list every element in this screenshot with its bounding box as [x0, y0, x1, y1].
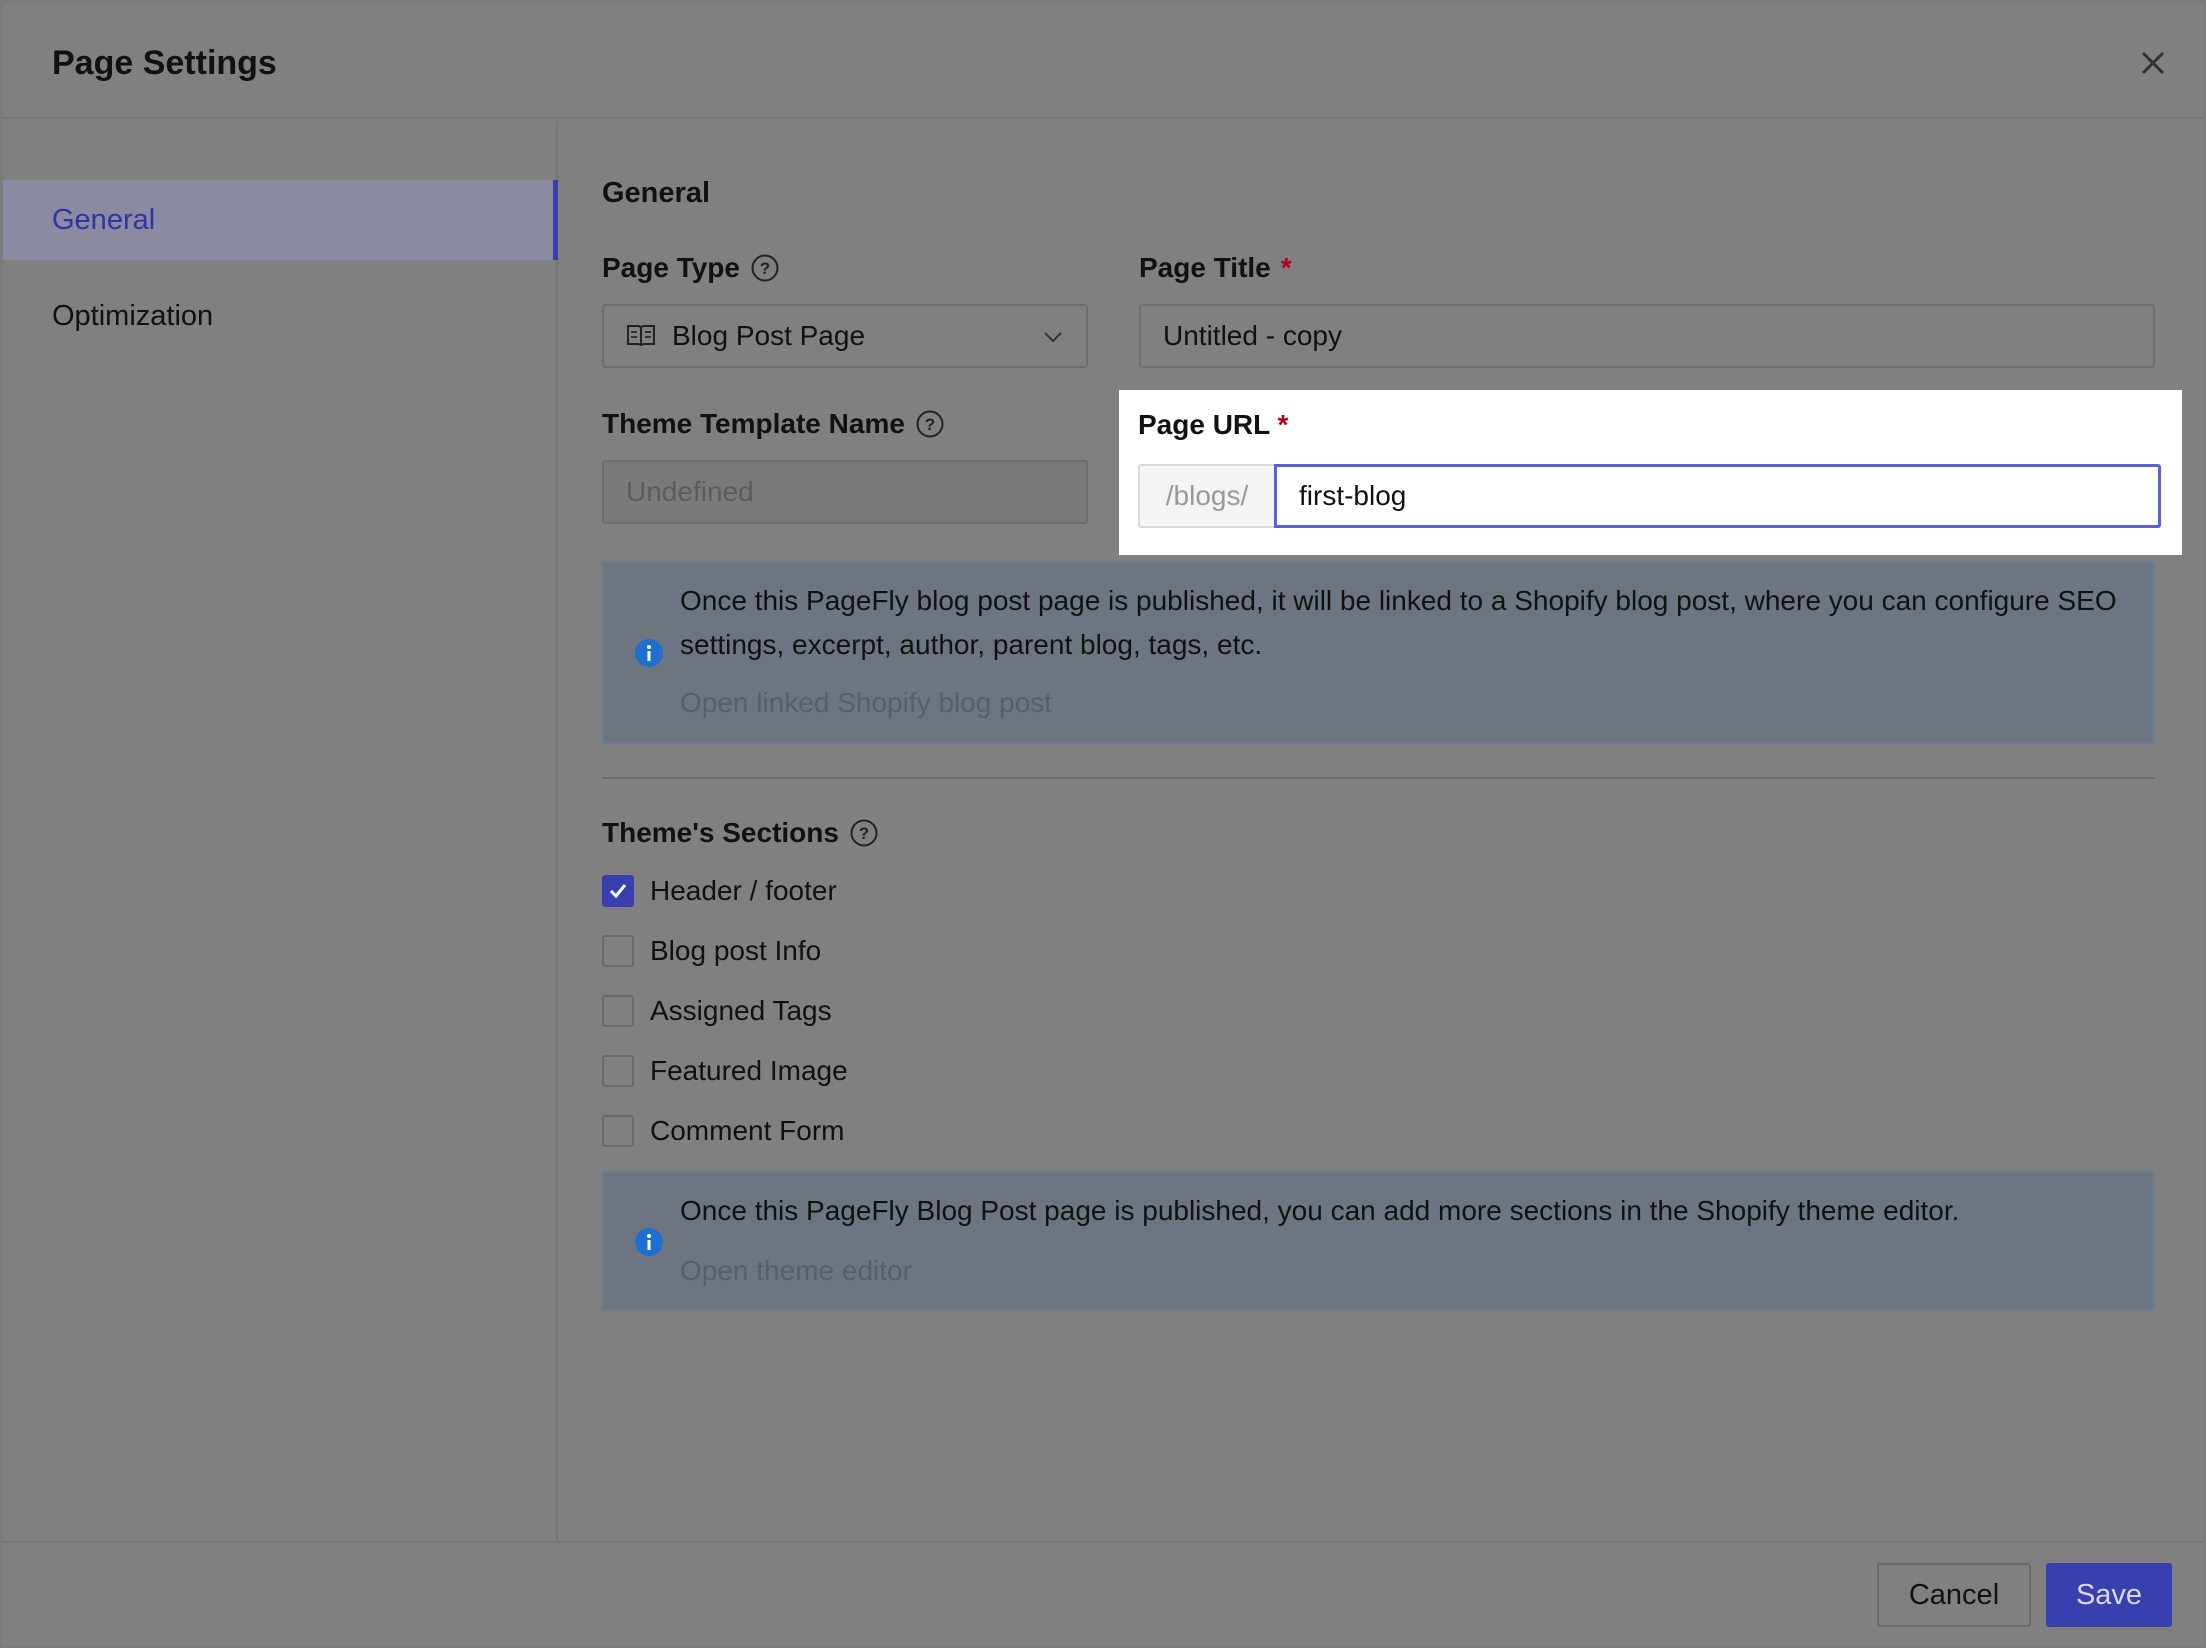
- svg-text:?: ?: [760, 259, 770, 278]
- svg-text:?: ?: [859, 824, 869, 843]
- page-url-prefix: /blogs/: [1138, 464, 1274, 528]
- modal-header: Page Settings: [3, 5, 2204, 119]
- page-url-field-group: Page URL * /blogs/ first-blog: [1119, 390, 2182, 555]
- help-icon[interactable]: ?: [915, 409, 945, 439]
- checkbox[interactable]: [602, 1055, 634, 1087]
- page-type-label: Page Type ?: [602, 252, 780, 284]
- settings-sidebar: General Optimization: [3, 121, 558, 1541]
- cancel-button[interactable]: Cancel: [1877, 1563, 2031, 1627]
- checkbox[interactable]: [602, 935, 634, 967]
- checkbox-label: Header / footer: [650, 875, 837, 906]
- theme-template-label: Theme Template Name ?: [602, 408, 945, 440]
- required-mark: *: [1277, 409, 1289, 440]
- chevron-down-icon: [1044, 332, 1062, 343]
- checkbox-comment-form[interactable]: Comment Form: [602, 1115, 844, 1147]
- page-type-label-text: Page Type: [602, 252, 740, 283]
- page-type-select[interactable]: Blog Post Page: [602, 304, 1088, 368]
- help-icon[interactable]: ?: [750, 253, 780, 283]
- modal-footer: Cancel Save: [3, 1541, 2204, 1646]
- page-url-label-text: Page URL: [1138, 409, 1270, 440]
- page-url-input[interactable]: first-blog: [1274, 464, 2161, 528]
- checkbox[interactable]: [602, 875, 634, 907]
- checkbox-assigned-tags[interactable]: Assigned Tags: [602, 995, 832, 1027]
- theme-editor-info-box: Once this PageFly Blog Post page is publ…: [602, 1171, 2155, 1311]
- checkbox-blog-post-info[interactable]: Blog post Info: [602, 935, 821, 967]
- checkbox[interactable]: [602, 1115, 634, 1147]
- info-icon: [635, 639, 663, 667]
- help-icon[interactable]: ?: [849, 818, 879, 848]
- theme-editor-info-text: Once this PageFly Blog Post page is publ…: [680, 1195, 1960, 1226]
- themes-sections-label-text: Theme's Sections: [602, 817, 839, 848]
- page-settings-modal: Page Settings General Optimization Gener…: [3, 5, 2204, 1646]
- checkbox-label: Comment Form: [650, 1115, 845, 1146]
- sidebar-item-general[interactable]: General: [3, 180, 558, 260]
- checkbox-label: Assigned Tags: [650, 995, 832, 1026]
- page-type-value: Blog Post Page: [672, 320, 866, 351]
- checkbox-featured-image[interactable]: Featured Image: [602, 1055, 848, 1087]
- theme-template-input: Undefined: [602, 460, 1088, 524]
- check-icon: [609, 884, 627, 899]
- blog-post-info-text: Once this PageFly blog post page is publ…: [680, 585, 2117, 660]
- open-theme-editor-link[interactable]: Open theme editor: [680, 1255, 912, 1287]
- modal-title: Page Settings: [52, 44, 277, 82]
- themes-sections-label: Theme's Sections ?: [602, 817, 879, 849]
- divider: [602, 777, 2155, 779]
- book-icon: [627, 325, 655, 347]
- checkbox[interactable]: [602, 995, 634, 1027]
- settings-content: General Page Type ? Blog Post Page Page …: [560, 121, 2204, 1541]
- close-icon: [2141, 51, 2165, 75]
- info-icon: [635, 1228, 663, 1256]
- page-title-label: Page Title *: [1139, 252, 1292, 284]
- close-button[interactable]: [2135, 45, 2171, 81]
- save-button[interactable]: Save: [2046, 1563, 2172, 1627]
- checkbox-label: Blog post Info: [650, 935, 822, 966]
- page-url-label: Page URL *: [1138, 409, 1288, 441]
- checkbox-label: Featured Image: [650, 1055, 848, 1086]
- blog-post-info-box: Once this PageFly blog post page is publ…: [602, 561, 2155, 744]
- checkbox-header-footer[interactable]: Header / footer: [602, 875, 837, 907]
- theme-template-label-text: Theme Template Name: [602, 408, 905, 439]
- page-title-input[interactable]: Untitled - copy: [1139, 304, 2155, 368]
- page-title-label-text: Page Title: [1139, 252, 1271, 283]
- section-title-general: General: [602, 177, 710, 209]
- svg-text:?: ?: [925, 415, 935, 434]
- sidebar-item-optimization[interactable]: Optimization: [3, 276, 558, 356]
- open-linked-blog-post-link[interactable]: Open linked Shopify blog post: [680, 687, 1052, 719]
- required-mark: *: [1280, 252, 1292, 283]
